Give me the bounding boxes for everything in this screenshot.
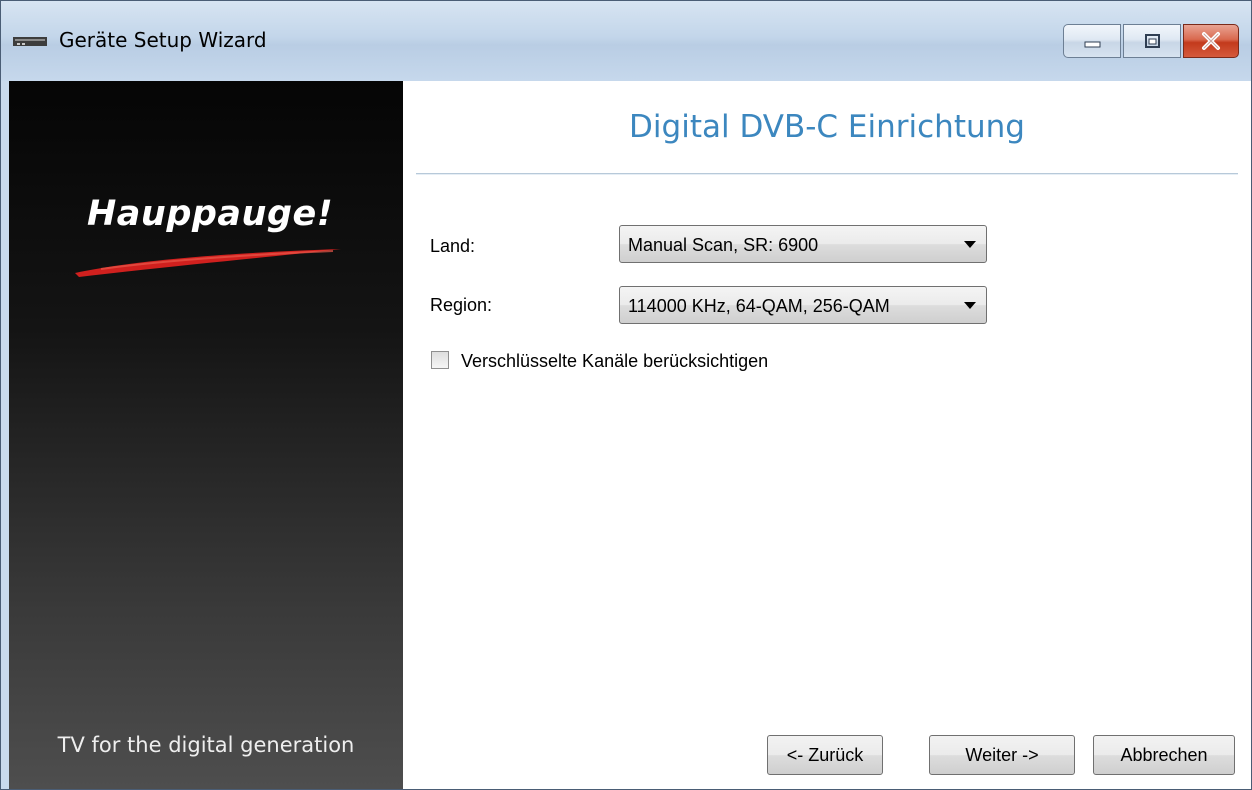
close-icon (1202, 32, 1220, 50)
encrypted-channels-label[interactable]: Verschlüsselte Kanäle berücksichtigen (461, 351, 768, 372)
minimize-icon (1084, 41, 1101, 48)
region-dropdown[interactable]: 114000 KHz, 64-QAM, 256-QAM (619, 286, 987, 324)
next-button[interactable]: Weiter -> (929, 735, 1075, 775)
land-label: Land: (430, 236, 476, 256)
back-button[interactable]: <- Zurück (767, 735, 883, 775)
region-label: Region: (430, 295, 493, 315)
app-icon (13, 37, 47, 46)
hauppauge-logo: Hauppauge! (87, 194, 334, 234)
chevron-down-icon (964, 241, 976, 248)
land-dropdown[interactable]: Manual Scan, SR: 6900 (619, 225, 987, 263)
maximize-icon (1145, 34, 1160, 48)
brand-sidebar: Hauppauge! TV for the digital generation (9, 81, 403, 789)
logo-swoosh-icon (75, 249, 341, 277)
close-button[interactable] (1183, 24, 1239, 58)
encrypted-channels-checkbox[interactable] (431, 351, 449, 369)
tagline: TV for the digital generation (57, 733, 355, 757)
page-title: Digital DVB-C Einrichtung (629, 109, 1025, 145)
chevron-down-icon (964, 302, 976, 309)
maximize-button[interactable] (1123, 24, 1181, 58)
minimize-button[interactable] (1063, 24, 1121, 58)
cancel-button[interactable]: Abbrechen (1093, 735, 1235, 775)
region-dropdown-value: 114000 KHz, 64-QAM, 256-QAM (628, 296, 890, 316)
title-divider (416, 173, 1238, 175)
title-bar[interactable]: Geräte Setup Wizard (1, 1, 1251, 81)
land-dropdown-value: Manual Scan, SR: 6900 (628, 235, 819, 255)
window-title: Geräte Setup Wizard (59, 28, 267, 52)
setup-wizard-window: Geräte Setup Wizard Hauppauge! TV for th… (0, 0, 1252, 790)
wizard-content: Digital DVB-C Einrichtung Land: Manual S… (403, 81, 1251, 789)
